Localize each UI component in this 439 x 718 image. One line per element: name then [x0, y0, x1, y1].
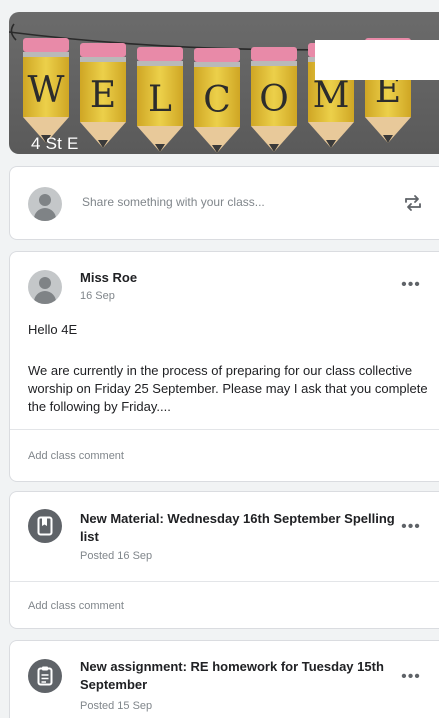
author-avatar — [28, 270, 62, 304]
post-date: 16 Sep — [80, 290, 115, 302]
add-comment-link[interactable]: Add class comment — [28, 450, 124, 462]
bunting-letter: L — [148, 79, 172, 120]
more-vert-icon[interactable]: ••• — [401, 669, 421, 686]
more-vert-icon[interactable]: ••• — [401, 519, 421, 536]
share-input[interactable]: Share something with your class... — [82, 195, 265, 209]
repost-icon[interactable] — [403, 193, 423, 213]
bunting-letter: C — [203, 80, 231, 121]
assignment-post[interactable]: New assignment: RE homework for Tuesday … — [9, 640, 439, 718]
material-posted-date: Posted 16 Sep — [80, 550, 153, 562]
more-vert-icon[interactable]: ••• — [401, 277, 421, 294]
redaction-box — [315, 40, 439, 80]
bunting-letter: M — [313, 75, 350, 116]
bunting-pencil: L — [137, 47, 183, 152]
assignment-icon — [28, 659, 62, 693]
user-avatar — [28, 187, 62, 221]
assignment-posted-date: Posted 15 Sep — [80, 700, 153, 712]
bunting-pencil: C — [194, 48, 240, 153]
bunting-pencil: W — [23, 38, 69, 143]
bunting-letter: W — [27, 70, 64, 111]
divider — [10, 581, 439, 582]
material-title[interactable]: New Material: Wednesday 16th September S… — [80, 510, 400, 546]
share-card[interactable]: Share something with your class... — [9, 166, 439, 240]
post-greeting: Hello 4E — [28, 322, 78, 337]
bunting-illustration: WELCOME — [9, 23, 439, 153]
divider — [10, 429, 439, 430]
bunting-pencil: O — [251, 47, 297, 152]
announcement-post: Miss Roe 16 Sep ••• Hello 4E We are curr… — [9, 251, 439, 482]
post-author: Miss Roe — [80, 270, 138, 285]
bunting-pencil: E — [80, 43, 126, 148]
material-post[interactable]: New Material: Wednesday 16th September S… — [9, 491, 439, 629]
book-icon — [28, 509, 62, 543]
class-banner: WELCOME 4 St E — [9, 12, 439, 154]
class-name: 4 St E — [31, 134, 79, 153]
post-body: We are currently in the process of prepa… — [28, 363, 428, 414]
bunting-letter: O — [259, 79, 289, 120]
add-comment-link[interactable]: Add class comment — [28, 600, 124, 612]
assignment-title[interactable]: New assignment: RE homework for Tuesday … — [80, 658, 400, 694]
bunting-letter: E — [90, 75, 116, 116]
